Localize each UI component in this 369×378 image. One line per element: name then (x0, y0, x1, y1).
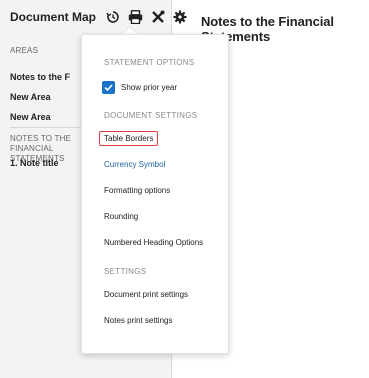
tools-icon[interactable] (149, 8, 167, 26)
sidebar-area-item[interactable]: Notes to the Financial Statements (10, 72, 70, 82)
document-settings-header: DOCUMENT SETTINGS (104, 111, 198, 120)
document-print-settings-item[interactable]: Document print settings (104, 290, 188, 299)
numbered-heading-options-item[interactable]: Numbered Heading Options (104, 238, 203, 247)
table-borders-item[interactable]: Table Borders (99, 131, 159, 146)
settings-header: SETTINGS (104, 267, 147, 276)
areas-section-title: AREAS (10, 46, 39, 55)
sidebar-note-item[interactable]: 1. Note title (10, 158, 59, 168)
menu-caret (123, 27, 137, 34)
show-prior-year-label[interactable]: Show prior year (121, 83, 177, 92)
formatting-options-item[interactable]: Formatting options (104, 186, 170, 195)
show-prior-year-checkbox[interactable] (102, 81, 115, 94)
print-icon[interactable] (126, 8, 144, 26)
checkmark-icon (104, 84, 113, 92)
statement-options-header: STATEMENT OPTIONS (104, 58, 195, 67)
history-icon[interactable] (104, 8, 122, 26)
sidebar-area-item[interactable]: New Area (10, 112, 51, 122)
gear-icon[interactable] (171, 8, 189, 26)
settings-dropdown-menu: STATEMENT OPTIONS Show prior year DOCUME… (81, 34, 229, 354)
notes-print-settings-item[interactable]: Notes print settings (104, 316, 172, 325)
sidebar-area-item[interactable]: New Area (10, 92, 51, 102)
document-map-title: Document Map (10, 10, 97, 24)
rounding-item[interactable]: Rounding (104, 212, 138, 221)
currency-symbol-item[interactable]: Currency Symbol (104, 160, 165, 169)
